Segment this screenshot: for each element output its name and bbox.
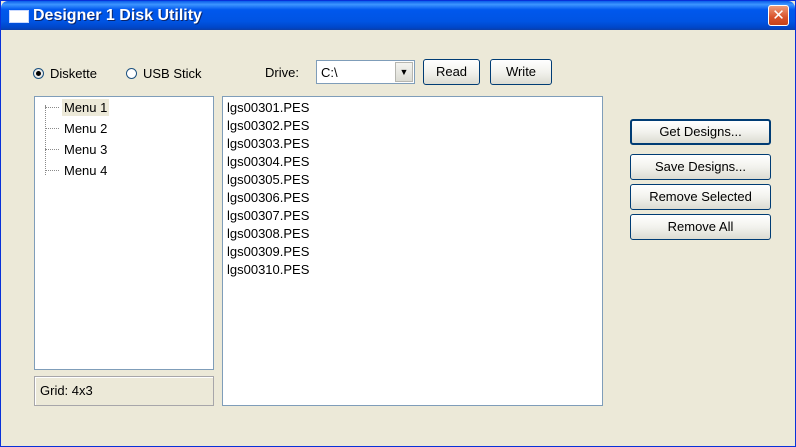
- list-item[interactable]: lgs00306.PES: [227, 189, 309, 207]
- tree-connector: [45, 105, 46, 175]
- grid-status: Grid: 4x3: [34, 376, 214, 406]
- list-item[interactable]: lgs00310.PES: [227, 261, 309, 279]
- tree-item-menu-2[interactable]: Menu 2: [62, 120, 109, 137]
- tree-branch: [45, 149, 59, 150]
- list-item[interactable]: lgs00301.PES: [227, 99, 309, 117]
- list-item[interactable]: lgs00309.PES: [227, 243, 309, 261]
- close-button[interactable]: ✕: [768, 5, 789, 26]
- usb-stick-radio-indicator[interactable]: [126, 67, 137, 79]
- tree-item-menu-4[interactable]: Menu 4: [62, 162, 109, 179]
- chevron-down-icon[interactable]: ▼: [395, 62, 413, 82]
- diskette-radio-indicator[interactable]: [33, 67, 44, 79]
- drive-label: Drive:: [265, 65, 299, 80]
- list-item[interactable]: lgs00302.PES: [227, 117, 309, 135]
- tree-item-menu-1[interactable]: Menu 1: [62, 99, 110, 116]
- get-designs-button[interactable]: Get Designs...: [630, 119, 771, 145]
- save-designs-button[interactable]: Save Designs...: [630, 154, 771, 180]
- diskette-radio-label: Diskette: [50, 65, 97, 81]
- drive-select[interactable]: C:\ ▼: [316, 60, 415, 84]
- usb-stick-radio[interactable]: USB Stick: [126, 64, 202, 82]
- window-title: Designer 1 Disk Utility: [33, 7, 202, 24]
- title-bar[interactable]: Designer 1 Disk Utility ✕: [1, 1, 795, 30]
- disk-utility-window: Designer 1 Disk Utility ✕ Diskette USB S…: [0, 0, 796, 447]
- remove-all-button[interactable]: Remove All: [630, 214, 771, 240]
- drive-value: C:\: [321, 65, 338, 80]
- diskette-radio[interactable]: Diskette: [33, 64, 97, 82]
- file-list[interactable]: lgs00301.PES lgs00302.PES lgs00303.PES l…: [222, 96, 603, 406]
- tree-branch: [45, 128, 59, 129]
- list-item[interactable]: lgs00305.PES: [227, 171, 309, 189]
- tree-branch: [45, 107, 59, 108]
- menu-tree[interactable]: Menu 1 Menu 2 Menu 3 Menu 4: [34, 96, 214, 370]
- list-item[interactable]: lgs00304.PES: [227, 153, 309, 171]
- write-button[interactable]: Write: [490, 59, 552, 85]
- usb-stick-radio-label: USB Stick: [143, 65, 202, 81]
- list-item[interactable]: lgs00308.PES: [227, 225, 309, 243]
- tree-item-menu-3[interactable]: Menu 3: [62, 141, 109, 158]
- list-item[interactable]: lgs00307.PES: [227, 207, 309, 225]
- app-icon: [9, 10, 29, 23]
- tree-branch: [45, 170, 59, 171]
- list-item[interactable]: lgs00303.PES: [227, 135, 309, 153]
- read-button[interactable]: Read: [423, 59, 480, 85]
- close-icon: ✕: [772, 7, 785, 24]
- remove-selected-button[interactable]: Remove Selected: [630, 184, 771, 210]
